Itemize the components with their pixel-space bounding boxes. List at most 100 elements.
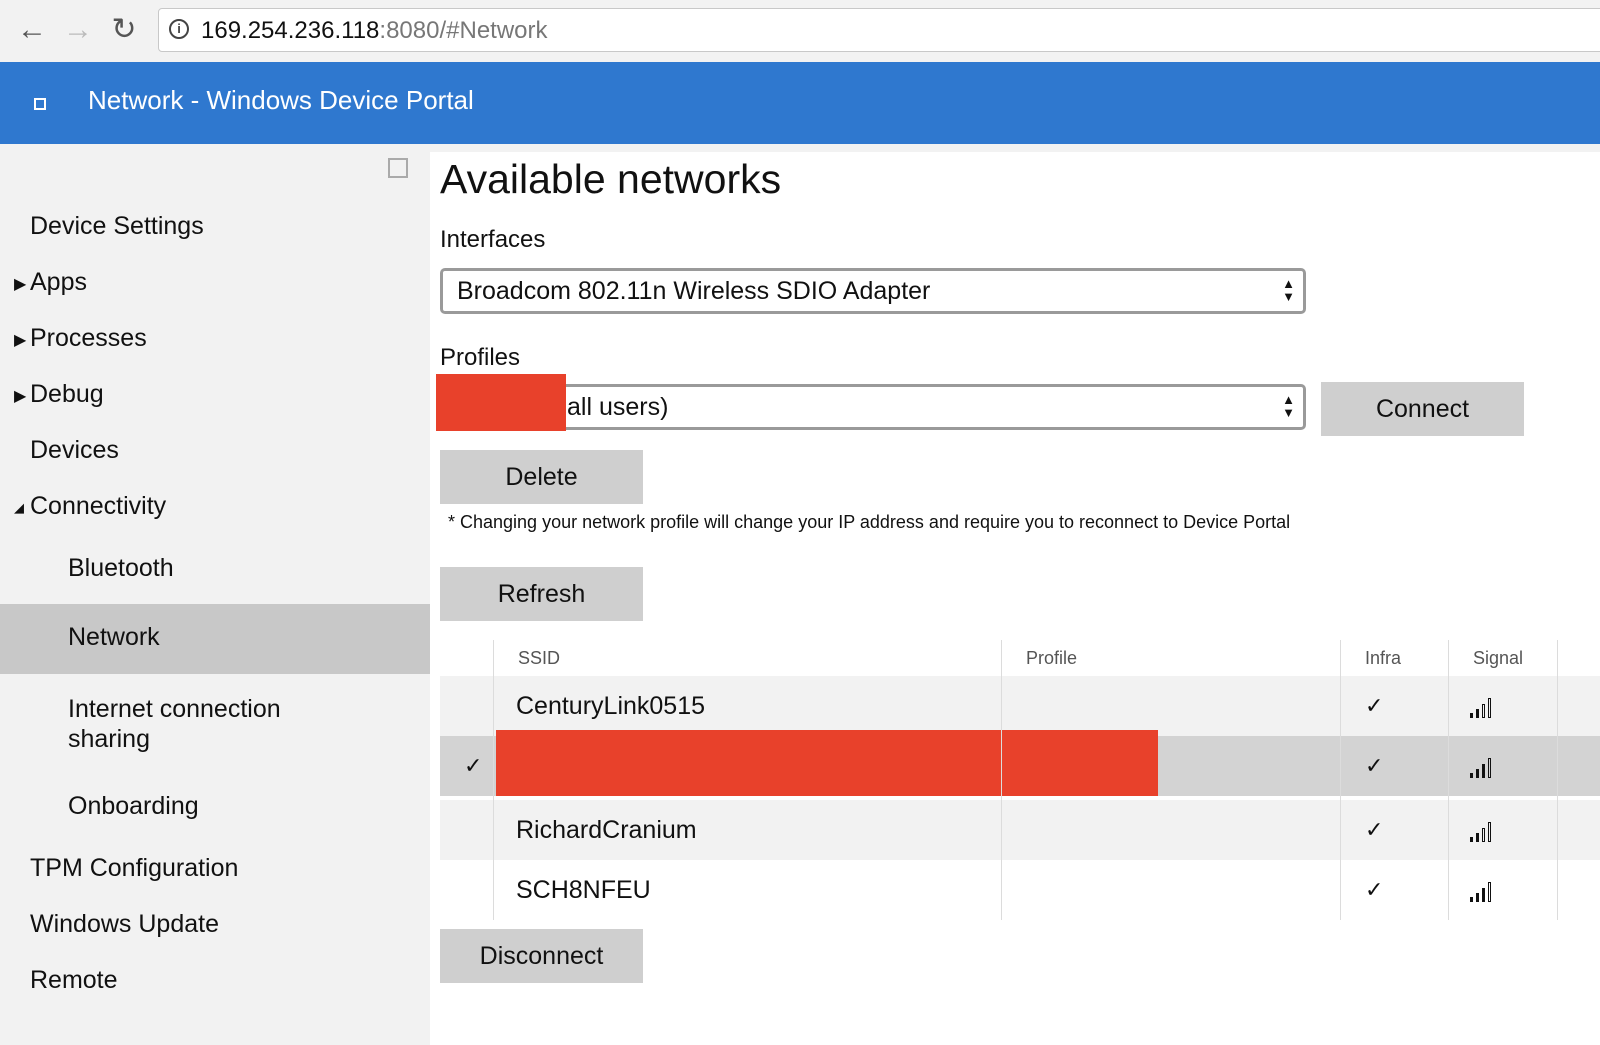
sidebar-item-label: Remote bbox=[30, 966, 118, 994]
sidebar-item-device-settings[interactable]: Device Settings bbox=[0, 208, 430, 248]
infra-check-icon: ✓ bbox=[1365, 753, 1384, 778]
sidebar-item-label: TPM Configuration bbox=[30, 854, 239, 882]
interfaces-label: Interfaces bbox=[440, 226, 546, 253]
sidebar-item-internet-connection-sharing[interactable]: Internet connection sharing bbox=[0, 692, 430, 756]
redaction-box bbox=[436, 374, 566, 431]
collapse-arrow-icon: ◢ bbox=[14, 500, 24, 515]
section-title: Available networks bbox=[440, 156, 782, 202]
signal-bar bbox=[1482, 704, 1485, 718]
url-host: 169.254.236.118 bbox=[201, 17, 380, 44]
url-text[interactable]: 169.254.236.118:8080/#Network bbox=[201, 17, 548, 45]
signal-bar bbox=[1470, 897, 1473, 902]
sidebar-item-label: Internet connection sharing bbox=[68, 695, 281, 753]
sidebar-item-label: Device Settings bbox=[30, 212, 204, 240]
sidebar-item-label: Network bbox=[68, 623, 160, 651]
select-arrows-icon: ▲ ▼ bbox=[1282, 276, 1295, 304]
sidebar-collapse-icon[interactable] bbox=[388, 158, 408, 178]
app-header: Network - Windows Device Portal bbox=[0, 62, 1600, 144]
signal-strength-icon bbox=[1470, 756, 1496, 778]
signal-bar bbox=[1476, 833, 1479, 842]
signal-strength-icon bbox=[1470, 820, 1496, 842]
reload-icon[interactable]: ↻ bbox=[106, 12, 142, 48]
select-arrows-icon: ▲ ▼ bbox=[1282, 392, 1295, 420]
column-divider bbox=[1557, 640, 1558, 920]
top-band bbox=[430, 144, 1600, 152]
signal-bar bbox=[1482, 888, 1485, 902]
sidebar-item-apps[interactable]: ▶ Apps bbox=[0, 264, 430, 304]
signal-bar bbox=[1488, 882, 1491, 902]
signal-bar bbox=[1476, 769, 1479, 778]
signal-bar bbox=[1476, 893, 1479, 902]
sidebar-item-windows-update[interactable]: Windows Update bbox=[0, 906, 430, 946]
back-icon[interactable]: ← bbox=[14, 12, 50, 48]
column-header-profile: Profile bbox=[1026, 648, 1078, 668]
signal-bar bbox=[1482, 764, 1485, 778]
signal-bar bbox=[1470, 713, 1473, 718]
sidebar-item-label: Devices bbox=[30, 436, 119, 464]
sidebar-item-bluetooth[interactable]: Bluetooth bbox=[0, 550, 430, 590]
signal-bar bbox=[1470, 773, 1473, 778]
connect-button[interactable]: Connect bbox=[1321, 382, 1524, 436]
main-content: Available networks Interfaces Broadcom 8… bbox=[430, 144, 1600, 1045]
ssid-cell: RichardCranium bbox=[516, 816, 697, 844]
menu-toggle-icon[interactable] bbox=[34, 98, 46, 110]
sidebar: Device Settings ▶ Apps ▶ Processes ▶ Deb… bbox=[0, 144, 430, 1045]
interfaces-select[interactable]: Broadcom 802.11n Wireless SDIO Adapter ▲… bbox=[440, 268, 1306, 314]
signal-bar bbox=[1488, 698, 1491, 718]
sidebar-item-label: Windows Update bbox=[30, 910, 219, 938]
profile-change-note: * Changing your network profile will cha… bbox=[448, 512, 1291, 532]
signal-bar bbox=[1476, 709, 1479, 718]
address-bar[interactable]: i 169.254.236.118:8080/#Network bbox=[158, 8, 1600, 52]
signal-bar bbox=[1470, 837, 1473, 842]
sidebar-item-connectivity[interactable]: ◢ Connectivity bbox=[0, 488, 430, 528]
signal-bar bbox=[1482, 828, 1485, 842]
table-row[interactable]: CenturyLink0515 ✓ bbox=[440, 676, 1600, 736]
sidebar-item-debug[interactable]: ▶ Debug bbox=[0, 376, 430, 416]
table-row[interactable]: SCH8NFEU ✓ bbox=[440, 860, 1600, 920]
column-header-signal: Signal bbox=[1473, 648, 1524, 668]
sidebar-item-label: Debug bbox=[30, 380, 104, 408]
column-divider bbox=[1448, 640, 1449, 920]
signal-strength-icon bbox=[1470, 696, 1496, 718]
signal-strength-icon bbox=[1470, 880, 1496, 902]
browser-toolbar: ← → ↻ i 169.254.236.118:8080/#Network bbox=[0, 0, 1600, 62]
infra-check-icon: ✓ bbox=[1365, 877, 1384, 902]
column-divider bbox=[1001, 640, 1002, 920]
expand-arrow-icon: ▶ bbox=[14, 276, 27, 293]
column-divider bbox=[493, 640, 494, 920]
column-divider bbox=[1340, 640, 1341, 920]
sidebar-item-label: Bluetooth bbox=[68, 554, 174, 582]
forward-icon[interactable]: → bbox=[60, 12, 96, 48]
sidebar-item-tpm-configuration[interactable]: TPM Configuration bbox=[0, 850, 430, 890]
page-title: Network - Windows Device Portal bbox=[88, 85, 474, 115]
profiles-select[interactable]: all users) ▲ ▼ bbox=[440, 384, 1306, 430]
interfaces-selected-value: Broadcom 802.11n Wireless SDIO Adapter bbox=[457, 277, 931, 305]
refresh-button[interactable]: Refresh bbox=[440, 567, 643, 621]
info-icon[interactable]: i bbox=[169, 19, 189, 39]
table-row-selected[interactable]: ✓ ✓ bbox=[440, 730, 1600, 796]
sidebar-item-processes[interactable]: ▶ Processes bbox=[0, 320, 430, 360]
sidebar-item-onboarding[interactable]: Onboarding bbox=[0, 788, 430, 828]
column-header-ssid: SSID bbox=[518, 648, 561, 668]
disconnect-button[interactable]: Disconnect bbox=[440, 929, 643, 983]
redaction-box bbox=[496, 730, 1158, 796]
ssid-cell: CenturyLink0515 bbox=[516, 692, 706, 720]
expand-arrow-icon: ▶ bbox=[14, 388, 27, 405]
signal-bar bbox=[1488, 822, 1491, 842]
infra-check-icon: ✓ bbox=[1365, 693, 1384, 718]
sidebar-item-remote[interactable]: Remote bbox=[0, 962, 430, 1002]
infra-check-icon: ✓ bbox=[1365, 817, 1384, 842]
sidebar-item-devices[interactable]: Devices bbox=[0, 432, 430, 472]
table-row[interactable]: RichardCranium ✓ bbox=[440, 800, 1600, 860]
profiles-selected-value: all users) bbox=[567, 393, 669, 421]
expand-arrow-icon: ▶ bbox=[14, 332, 27, 349]
column-header-infra: Infra bbox=[1365, 648, 1402, 668]
sidebar-item-label: Onboarding bbox=[68, 792, 199, 820]
profiles-label: Profiles bbox=[440, 344, 521, 371]
sidebar-item-network[interactable]: Network bbox=[0, 604, 430, 674]
sidebar-item-label: Processes bbox=[30, 324, 147, 352]
url-path: :8080/#Network bbox=[379, 17, 548, 44]
sidebar-item-label: Connectivity bbox=[30, 492, 167, 520]
ssid-cell: SCH8NFEU bbox=[516, 876, 651, 904]
delete-button[interactable]: Delete bbox=[440, 450, 643, 504]
